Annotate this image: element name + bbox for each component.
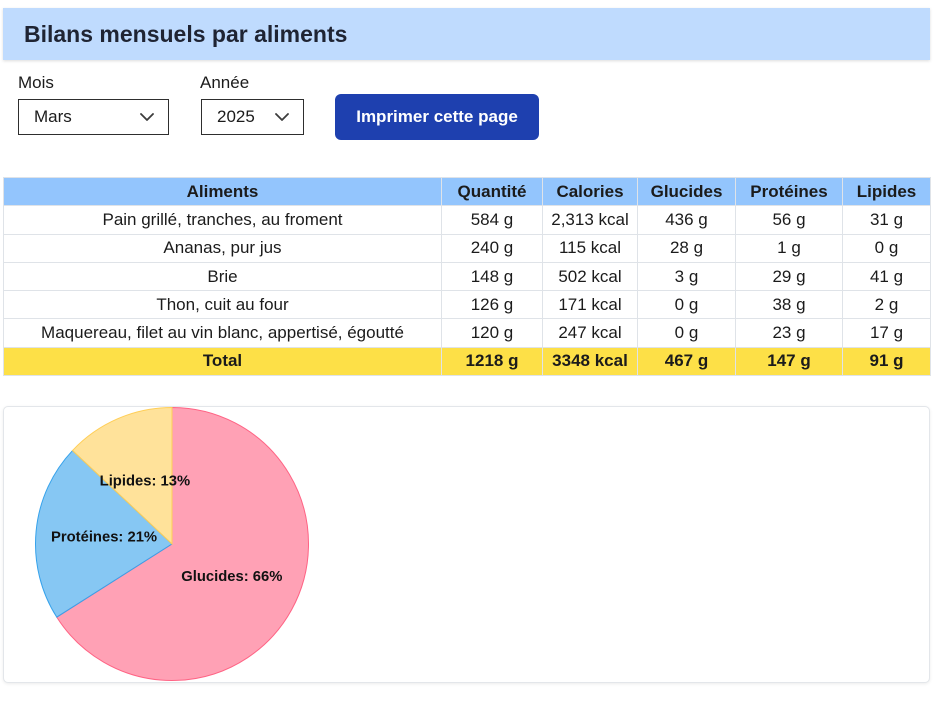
column-header-glucides[interactable]: Glucides [637, 176, 736, 207]
column-header-aliments[interactable]: Aliments [3, 176, 442, 207]
table-row: Pain grillé, tranches, au froment 584 g … [3, 205, 931, 235]
cell-proteines: 38 g [735, 290, 843, 320]
page-title: Bilans mensuels par aliments [24, 21, 348, 47]
table-row: Thon, cuit au four 126 g 171 kcal 0 g 38… [3, 290, 931, 320]
total-glucides: 467 g [637, 346, 736, 377]
total-lipides: 91 g [842, 346, 931, 377]
cell-proteines: 23 g [735, 318, 843, 348]
month-select[interactable]: Mars [18, 99, 169, 135]
table-header-row: Aliments Quantité Calories Glucides Prot… [3, 176, 931, 207]
cell-lipides: 31 g [842, 205, 931, 235]
foods-table: Aliments Quantité Calories Glucides Prot… [3, 176, 931, 377]
cell-quantite: 148 g [441, 261, 543, 292]
column-header-calories[interactable]: Calories [542, 176, 638, 207]
chevron-down-icon [275, 113, 289, 121]
cell-calories: 115 kcal [542, 233, 638, 263]
month-label: Mois [18, 73, 54, 92]
cell-proteines: 56 g [735, 205, 843, 235]
print-button[interactable]: Imprimer cette page [335, 94, 539, 140]
year-select[interactable]: 2025 [201, 99, 304, 135]
page-header: Bilans mensuels par aliments [3, 8, 930, 60]
table-row: Maquereau, filet au vin blanc, appertisé… [3, 318, 931, 348]
cell-quantite: 120 g [441, 318, 543, 348]
table-total-row: Total 1218 g 3348 kcal 467 g 147 g 91 g [3, 346, 931, 377]
month-select-value: Mars [34, 107, 72, 126]
cell-calories: 171 kcal [542, 290, 638, 320]
total-proteines: 147 g [735, 346, 843, 377]
table-row: Brie 148 g 502 kcal 3 g 29 g 41 g [3, 261, 931, 292]
cell-aliment: Pain grillé, tranches, au froment [3, 205, 442, 235]
column-header-proteines[interactable]: Protéines [735, 176, 843, 207]
total-calories: 3348 kcal [542, 346, 638, 377]
macronutrient-pie-chart: Glucides: 66% Protéines: 21% Lipides: 13% [35, 407, 309, 681]
cell-aliment: Maquereau, filet au vin blanc, appertisé… [3, 318, 442, 348]
cell-aliment: Ananas, pur jus [3, 233, 442, 263]
cell-glucides: 0 g [637, 290, 736, 320]
column-header-quantite[interactable]: Quantité [441, 176, 543, 207]
cell-lipides: 41 g [842, 261, 931, 292]
cell-quantite: 240 g [441, 233, 543, 263]
cell-calories: 247 kcal [542, 318, 638, 348]
cell-lipides: 0 g [842, 233, 931, 263]
cell-proteines: 29 g [735, 261, 843, 292]
cell-glucides: 0 g [637, 318, 736, 348]
total-label: Total [3, 346, 442, 377]
chart-card: Glucides: 66% Protéines: 21% Lipides: 13% [3, 406, 930, 683]
cell-glucides: 3 g [637, 261, 736, 292]
year-label: Année [200, 73, 250, 92]
chevron-down-icon [140, 113, 154, 121]
cell-proteines: 1 g [735, 233, 843, 263]
cell-aliment: Brie [3, 261, 442, 292]
cell-glucides: 436 g [637, 205, 736, 235]
cell-calories: 502 kcal [542, 261, 638, 292]
pie-label-proteines: Protéines: 21% [51, 530, 157, 546]
column-header-lipides[interactable]: Lipides [842, 176, 931, 207]
cell-lipides: 2 g [842, 290, 931, 320]
pie-label-lipides: Lipides: 13% [100, 473, 190, 489]
total-quantite: 1218 g [441, 346, 543, 377]
cell-quantite: 584 g [441, 205, 543, 235]
cell-glucides: 28 g [637, 233, 736, 263]
cell-aliment: Thon, cuit au four [3, 290, 442, 320]
cell-calories: 2,313 kcal [542, 205, 638, 235]
cell-quantite: 126 g [441, 290, 543, 320]
cell-lipides: 17 g [842, 318, 931, 348]
table-row: Ananas, pur jus 240 g 115 kcal 28 g 1 g … [3, 233, 931, 263]
pie-label-glucides: Glucides: 66% [181, 569, 282, 585]
year-select-value: 2025 [217, 107, 255, 126]
